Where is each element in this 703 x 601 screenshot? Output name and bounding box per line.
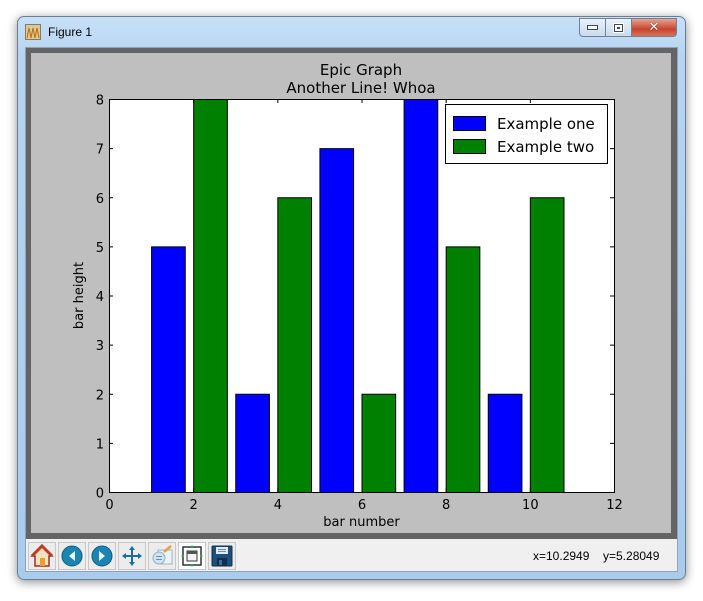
y-tick-label: 0 <box>96 487 104 502</box>
y-tick-label: 8 <box>96 94 104 109</box>
figure-canvas[interactable]: Epic Graph Another Line! Whoa 0 2 4 6 8 10 12 … <box>31 53 671 533</box>
y-tick-label: 1 <box>96 437 104 452</box>
legend: Example one Example two <box>445 104 608 164</box>
y-tick-label: 2 <box>96 388 104 403</box>
x-tick-label: 6 <box>358 498 366 513</box>
close-icon: ✕ <box>648 20 660 35</box>
bar-series2-4 <box>445 246 481 493</box>
matplotlib-app-icon <box>25 24 41 40</box>
legend-swatch-2 <box>453 139 486 154</box>
x-tick-label: 0 <box>105 498 113 513</box>
configure-subplots-button[interactable] <box>178 542 206 570</box>
zoom-rect-icon <box>152 545 173 565</box>
bar-series1-4 <box>403 99 439 493</box>
back-arrow-icon <box>61 545 83 567</box>
home-button[interactable] <box>28 542 56 570</box>
x-tick-label: 4 <box>274 498 282 513</box>
x-tick-label: 12 <box>606 498 623 513</box>
bar-series1-5 <box>487 393 523 493</box>
x-tick-label: 8 <box>442 498 450 513</box>
y-coordinate-readout: y=5.28049 <box>603 549 660 563</box>
y-tick-label: 5 <box>96 241 104 256</box>
chart-subtitle: Another Line! Whoa <box>286 79 435 97</box>
chart-title: Epic Graph <box>320 61 402 79</box>
floppy-disk-icon <box>211 545 233 567</box>
x-tick-label: 10 <box>522 498 539 513</box>
zoom-button[interactable] <box>148 542 176 570</box>
bar-series1-2 <box>235 393 270 493</box>
forward-button[interactable] <box>88 542 116 570</box>
bar-series1-3 <box>319 148 355 493</box>
canvas-frame: Epic Graph Another Line! Whoa 0 2 4 6 8 10 12 … <box>26 48 677 539</box>
bar-series2-5 <box>529 197 565 493</box>
minimize-icon <box>587 25 598 30</box>
bar-series2-2 <box>277 197 312 493</box>
legend-label-1: Example one <box>497 115 595 133</box>
chart-svg: Epic Graph Another Line! Whoa 0 2 4 6 8 10 12 … <box>72 61 623 530</box>
legend-swatch-1 <box>453 116 486 131</box>
save-button[interactable] <box>208 542 236 570</box>
window-title: Figure 1 <box>48 25 93 39</box>
back-button[interactable] <box>58 542 86 570</box>
maximize-icon <box>613 22 624 33</box>
y-tick-label: 3 <box>96 339 104 354</box>
bar-series2-1 <box>193 99 228 493</box>
navigation-toolbar: x=10.2949 y=5.28049 <box>26 539 677 571</box>
maximize-button[interactable] <box>606 18 632 37</box>
y-tick-label: 4 <box>96 290 104 305</box>
close-button[interactable]: ✕ <box>632 18 677 37</box>
forward-arrow-icon <box>91 545 113 567</box>
home-icon <box>30 544 54 567</box>
legend-label-2: Example two <box>497 138 594 156</box>
pan-button[interactable] <box>118 542 146 570</box>
x-coordinate-readout: x=10.2949 <box>533 549 590 563</box>
client-area: Epic Graph Another Line! Whoa 0 2 4 6 8 10 12 … <box>25 47 678 572</box>
figure-window: Figure 1 ✕ Epic Graph Another Line! Whoa… <box>17 16 686 580</box>
bar-series1-1 <box>151 246 186 493</box>
bar-series2-3 <box>361 393 397 493</box>
x-tick-label: 2 <box>190 498 198 513</box>
move-arrows-icon <box>122 546 142 566</box>
x-axis-label: bar number <box>323 515 400 530</box>
subplots-icon <box>181 545 203 567</box>
minimize-button[interactable] <box>579 18 606 37</box>
title-bar[interactable]: Figure 1 ✕ <box>18 17 685 47</box>
y-tick-label: 7 <box>96 143 104 158</box>
y-axis-label: bar height <box>72 262 87 329</box>
y-tick-label: 6 <box>96 192 104 207</box>
